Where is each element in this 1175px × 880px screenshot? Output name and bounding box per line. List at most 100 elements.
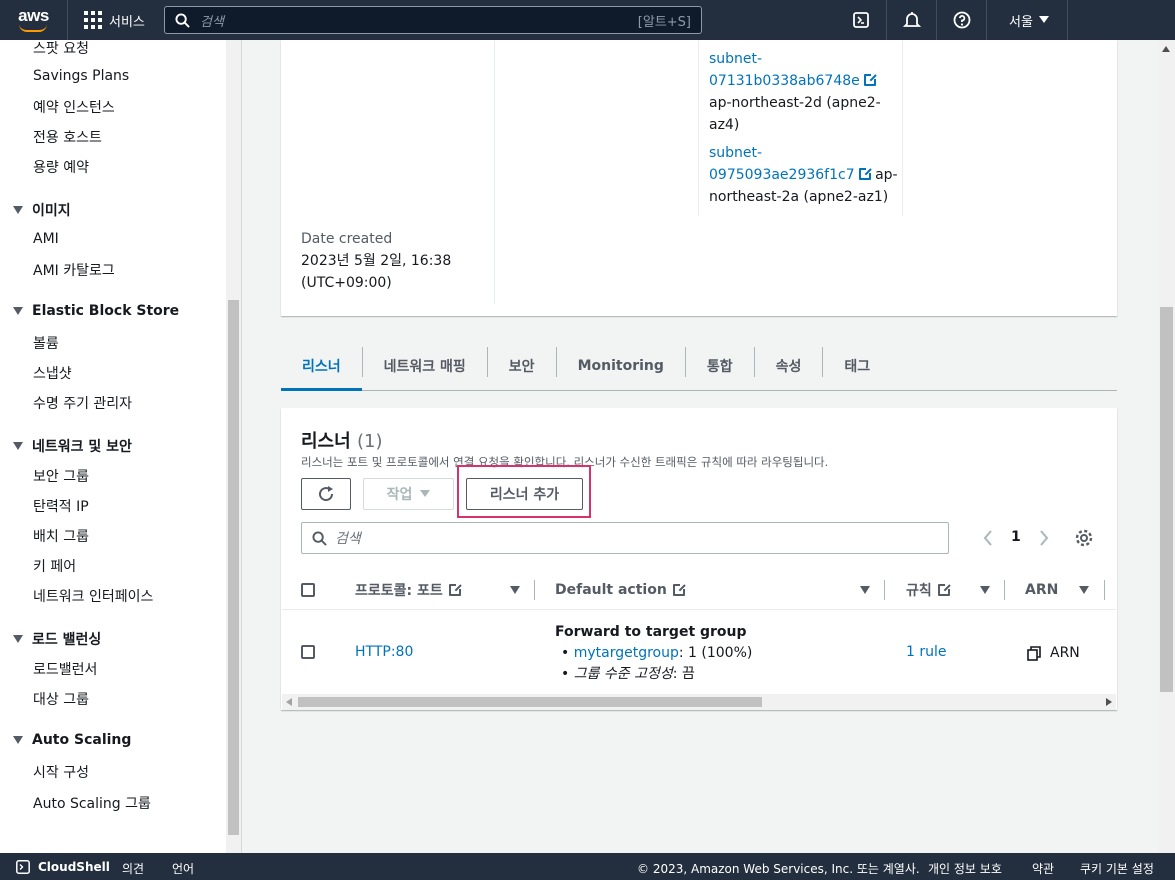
caret-down-icon (13, 635, 23, 643)
sidebar-item-load-balancers[interactable]: 로드밸런서 (33, 659, 97, 679)
external-link-icon (448, 583, 462, 596)
scrollbar-thumb[interactable] (298, 697, 762, 707)
sidebar-item-elastic-ips[interactable]: 탄력적 IP (33, 496, 89, 516)
region-selector[interactable]: 서울 (986, 0, 1068, 40)
table-horizontal-scrollbar[interactable] (282, 694, 1116, 710)
column-header-default-action[interactable]: Default action (555, 578, 686, 602)
services-label: 서비스 (109, 14, 145, 30)
sidebar-item-placement-groups[interactable]: 배치 그룹 (33, 526, 89, 546)
footer-privacy[interactable]: 개인 정보 보호 (928, 860, 1002, 877)
sort-icon[interactable] (980, 586, 990, 594)
tab-network-mapping[interactable]: 네트워크 매핑 (363, 344, 487, 388)
sidebar-item-lifecycle-manager[interactable]: 수명 주기 관리자 (33, 393, 132, 413)
sidebar-item-ami-catalog[interactable]: AMI 카탈로그 (33, 260, 115, 280)
aws-logo[interactable]: aws (0, 0, 68, 40)
sort-icon[interactable] (510, 586, 520, 594)
listeners-search-input[interactable]: 검색 (301, 522, 949, 554)
current-page[interactable]: 1 (1011, 529, 1021, 545)
sidebar-item-launch-configurations[interactable]: 시작 구성 (33, 762, 89, 782)
sidebar-item-dedicated-hosts[interactable]: 전용 호스트 (33, 127, 102, 147)
date-created-value: (UTC+09:00) (301, 275, 392, 291)
column-divider (698, 40, 699, 216)
notifications-button[interactable] (886, 0, 936, 40)
sidebar-section-load-balancing[interactable]: 로드 밸런싱 (13, 629, 101, 649)
column-resizer[interactable] (884, 580, 885, 600)
terminal-icon (853, 12, 869, 28)
cloudshell-button[interactable] (836, 0, 886, 40)
sidebar-item-volumes[interactable]: 볼륨 (33, 333, 59, 353)
tab-integrations[interactable]: 통합 (686, 344, 754, 388)
sort-icon[interactable] (1079, 586, 1089, 594)
footer-language[interactable]: 언어 (172, 860, 194, 877)
sidebar-item-ami[interactable]: AMI (33, 231, 59, 247)
scroll-right-icon[interactable] (1106, 698, 1112, 706)
column-header-arn[interactable]: ARN (1025, 578, 1058, 602)
subnet-link[interactable]: 07131b0338ab6748e (709, 73, 860, 89)
subnet-link[interactable]: subnet- (709, 51, 762, 67)
sidebar-section-ebs[interactable]: Elastic Block Store (13, 303, 179, 319)
footer-terms[interactable]: 약관 (1032, 860, 1054, 877)
column-resizer[interactable] (1004, 580, 1005, 600)
scroll-left-icon[interactable] (286, 698, 292, 706)
action-target: • mytargetgroup: 1 (100%) (561, 645, 753, 661)
row-checkbox[interactable] (301, 645, 315, 659)
tab-monitoring[interactable]: Monitoring (557, 344, 685, 388)
sidebar-item-snapshots[interactable]: 스냅샷 (33, 363, 72, 383)
sidebar-item-savings-plans[interactable]: Savings Plans (33, 68, 129, 84)
caret-down-icon (420, 490, 431, 497)
stickiness-value: : 끔 (672, 666, 695, 682)
subnet-item: subnet- 0975093ae2936f1c7 ap- northeast-… (709, 142, 899, 208)
column-header-protocol[interactable]: 프로토콜: 포트 (355, 578, 462, 602)
sidebar-scrollbar[interactable] (226, 40, 241, 853)
sidebar-section-network-security[interactable]: 네트워크 및 보안 (13, 436, 132, 456)
arn-label: ARN (1050, 645, 1080, 661)
target-group-link[interactable]: mytargetgroup (574, 645, 679, 661)
column-divider (494, 40, 495, 304)
search-icon (312, 530, 327, 546)
sidebar-item-key-pairs[interactable]: 키 페어 (33, 556, 76, 576)
column-resizer[interactable] (534, 580, 535, 600)
top-navigation: aws 서비스 검색 [알트+S] 서울 (0, 0, 1175, 40)
help-button[interactable] (936, 0, 986, 40)
sort-icon[interactable] (860, 586, 870, 594)
services-menu-button[interactable]: 서비스 (84, 11, 145, 30)
global-search-input[interactable]: 검색 [알트+S] (164, 6, 702, 34)
sidebar-item-auto-scaling-groups[interactable]: Auto Scaling 그룹 (33, 793, 151, 813)
tab-security[interactable]: 보안 (488, 344, 556, 388)
protocol-link[interactable]: HTTP:80 (355, 644, 413, 660)
sidebar-item-network-interfaces[interactable]: 네트워크 인터페이스 (33, 586, 153, 606)
sidebar-item-spot-requests[interactable]: 스팟 요청 (33, 40, 89, 58)
sidebar-section-auto-scaling[interactable]: Auto Scaling (13, 732, 131, 748)
actions-button[interactable]: 작업 (363, 478, 454, 510)
subnet-link[interactable]: subnet- (709, 145, 762, 161)
previous-page-icon[interactable] (982, 529, 994, 547)
column-header-rules[interactable]: 규칙 (906, 578, 951, 602)
scrollbar-thumb[interactable] (228, 300, 239, 835)
column-resizer[interactable] (1104, 580, 1105, 600)
settings-gear-icon[interactable] (1074, 528, 1094, 548)
sidebar-item-target-groups[interactable]: 대상 그룹 (33, 689, 89, 709)
tab-tags[interactable]: 태그 (823, 344, 891, 388)
footer-cloudshell[interactable]: CloudShell (38, 860, 110, 874)
sidebar-item-capacity-reservations[interactable]: 용량 예약 (33, 157, 89, 177)
footer-cookies[interactable]: 쿠키 기본 설정 (1080, 860, 1154, 877)
select-all-checkbox[interactable] (301, 583, 315, 597)
scrollbar-thumb[interactable] (1160, 307, 1173, 692)
footer-feedback[interactable]: 의견 (122, 860, 144, 877)
scroll-up-icon[interactable] (1162, 46, 1170, 52)
next-page-icon[interactable] (1038, 529, 1050, 547)
sidebar-section-images[interactable]: 이미지 (13, 200, 71, 220)
tab-listeners[interactable]: 리스너 (281, 344, 362, 391)
rules-link[interactable]: 1 rule (906, 644, 947, 660)
tab-attributes[interactable]: 속성 (755, 344, 823, 388)
detail-tabs: 리스너 네트워크 매핑 보안 Monitoring 통합 속성 태그 (281, 347, 1117, 391)
copy-arn-button[interactable]: ARN (1027, 645, 1080, 661)
refresh-button[interactable] (301, 478, 351, 510)
external-link-icon (863, 73, 877, 86)
subnet-az: northeast-2a (apne2-az1) (709, 189, 889, 205)
sidebar-item-reserved-instances[interactable]: 예약 인스턴스 (33, 97, 115, 117)
main-scrollbar[interactable] (1158, 40, 1175, 853)
sidebar-item-security-groups[interactable]: 보안 그룹 (33, 466, 89, 486)
listeners-count: (1) (356, 431, 383, 452)
subnet-link[interactable]: 0975093ae2936f1c7 (709, 167, 855, 183)
